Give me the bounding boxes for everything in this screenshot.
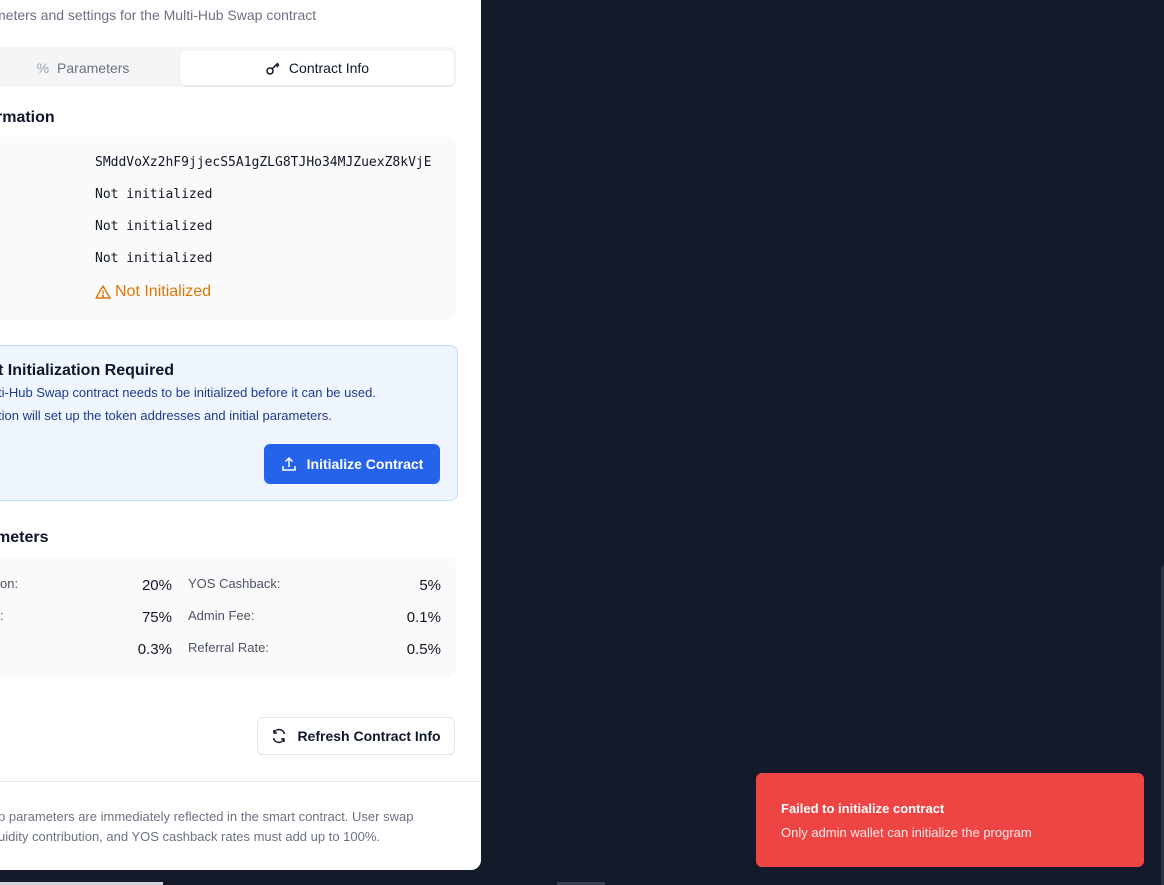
- status-badge: Not Initialized: [95, 283, 211, 301]
- param-value: 0.3%: [137, 641, 172, 658]
- program-id-value: SMddVoXz2hF9jjecS5A1gZLG8TJHo34MJZuexZ8k…: [95, 155, 432, 170]
- tab-contract-info-label: Contract Info: [288, 60, 370, 76]
- param-value: 75%: [141, 609, 172, 626]
- param-value: 0.5%: [406, 641, 441, 658]
- key-icon: [265, 60, 281, 76]
- panel-subtitle: meters and settings for the Multi-Hub Sw…: [0, 7, 317, 23]
- param-label: YOS Cashback:: [188, 576, 281, 591]
- parameters-heading: meters: [0, 529, 49, 546]
- contract-info-heading: rmation: [0, 109, 55, 126]
- tab-parameters[interactable]: % Parameters: [0, 51, 176, 85]
- param-label: :: [0, 608, 4, 623]
- toast-title: Failed to initialize contract: [781, 801, 945, 816]
- toast-message: Only admin wallet can initialize the pro…: [781, 825, 1032, 840]
- refresh-icon: [271, 728, 287, 744]
- param-label: Admin Fee:: [188, 608, 255, 623]
- initialization-line-2: tion will set up the token addresses and…: [0, 408, 332, 423]
- tab-contract-info[interactable]: Contract Info: [180, 51, 454, 85]
- refresh-contract-info-label: Refresh Contract Info: [297, 728, 441, 744]
- info-value: Not initialized: [95, 251, 213, 266]
- param-value: 20%: [141, 577, 172, 594]
- initialization-title: t Initialization Required: [0, 362, 175, 379]
- status-text: Not Initialized: [115, 283, 212, 300]
- param-value: 0.1%: [406, 609, 441, 626]
- footer-divider: [0, 781, 481, 782]
- initialize-contract-button[interactable]: Initialize Contract: [264, 444, 440, 484]
- param-label: Referral Rate:: [188, 640, 269, 655]
- footer-note-line-2: uidity contribution, and YOS cashback ra…: [0, 829, 381, 844]
- initialization-line-1: ti-Hub Swap contract needs to be initial…: [0, 385, 376, 400]
- error-toast[interactable]: Failed to initialize contract Only admin…: [756, 773, 1144, 867]
- info-value: Not initialized: [95, 219, 213, 234]
- param-value: 5%: [419, 577, 441, 594]
- refresh-contract-info-button[interactable]: Refresh Contract Info: [257, 717, 455, 755]
- footer-note-line-1: p parameters are immediately reflected i…: [0, 809, 414, 824]
- tab-parameters-label: Parameters: [57, 60, 130, 76]
- initialize-contract-label: Initialize Contract: [306, 456, 424, 472]
- param-label: on:: [0, 576, 19, 591]
- info-value: Not initialized: [95, 187, 213, 202]
- upload-icon: [281, 456, 297, 472]
- contract-settings-panel: meters and settings for the Multi-Hub Sw…: [0, 0, 481, 870]
- warning-icon: [95, 284, 111, 300]
- percent-icon: %: [36, 60, 50, 76]
